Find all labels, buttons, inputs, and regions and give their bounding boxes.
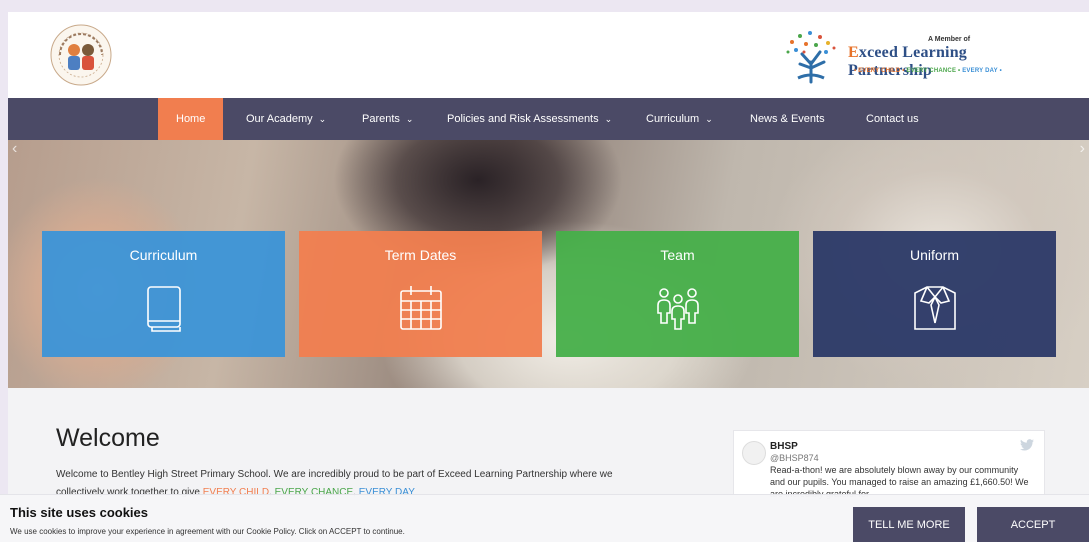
hero-prev-arrow-icon[interactable]: ‹ [12,140,17,158]
nav-news-events[interactable]: News & Events [732,98,843,140]
welcome-title: Welcome [56,424,160,452]
main-nav: Home Our Academy ⌄ Parents ⌄ Policies and … [8,98,1089,140]
nav-home[interactable]: Home [158,98,224,140]
calendar-icon [399,286,442,330]
exceed-partnership-logo[interactable]: A Member of Exceed Learning Partnership … [778,26,1048,86]
chevron-down-icon: ⌄ [318,114,327,124]
site-header: A Member of Exceed Learning Partnership … [8,12,1089,98]
chevron-down-icon: ⌄ [405,114,414,124]
tile-team-label: Team [660,247,695,263]
tile-curriculum-label: Curriculum [129,247,198,263]
tile-term-dates-label: Term Dates [384,247,457,263]
nav-policies[interactable]: Policies and Risk Assessments ⌄ [429,98,630,140]
tile-term-dates[interactable]: Term Dates [299,231,542,357]
chevron-down-icon: ⌄ [604,114,613,124]
partner-member-text: A Member of [928,36,971,43]
page-frame: A Member of Exceed Learning Partnership … [8,12,1089,542]
tile-team[interactable]: Team [556,231,799,357]
twitter-bird-icon [1020,439,1034,451]
shirt-icon [913,286,956,330]
tile-uniform-label: Uniform [909,247,959,263]
tweet-author-handle[interactable]: @BHSP874 [770,453,819,463]
tell-me-more-button[interactable]: TELL ME MORE [853,507,965,542]
book-icon [146,286,181,332]
nav-parents[interactable]: Parents ⌄ [344,98,431,140]
hero-next-arrow-icon[interactable]: › [1080,140,1085,158]
partner-tagline: • EVERY CHILD • EVERY CHANCE • EVERY DAY… [854,68,1002,74]
nav-curriculum[interactable]: Curriculum ⌄ [628,98,731,140]
partner-name: Exceed Learning Partnership [848,44,967,79]
accept-button[interactable]: ACCEPT [977,507,1089,542]
tile-curriculum[interactable]: Curriculum [42,231,285,357]
cookie-title: This site uses cookies [10,505,149,520]
avatar[interactable] [742,441,766,465]
tile-uniform[interactable]: Uniform [813,231,1056,357]
tweet-author-name[interactable]: BHSP [770,441,798,452]
school-logo[interactable] [48,22,114,88]
team-icon [656,288,699,330]
hero-banner: ‹ › Curriculum Term Dates Team Uniform [8,140,1089,388]
cookie-banner: This site uses cookies We use cookies to… [0,494,1089,542]
tree-icon [786,31,836,84]
nav-our-academy[interactable]: Our Academy ⌄ [228,98,344,140]
nav-contact-us[interactable]: Contact us [848,98,937,140]
chevron-down-icon: ⌄ [705,114,713,124]
cookie-text: We use cookies to improve your experienc… [10,527,405,536]
